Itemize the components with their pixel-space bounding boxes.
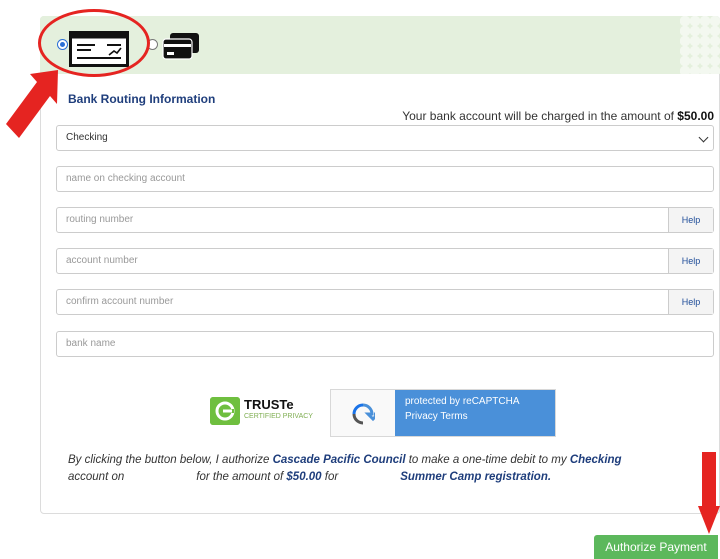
authorization-text: By clicking the button below, I authoriz… [68, 454, 622, 483]
annotation-down-arrow-icon [698, 452, 720, 534]
account-type-value: Checking [66, 132, 108, 143]
truste-badge[interactable]: TRUSTe CERTIFIED PRIVACY [210, 397, 326, 425]
recaptcha-text-panel: protected by reCAPTCHA Privacy Terms [395, 390, 555, 436]
recaptcha-icon [352, 403, 375, 425]
confirm-placeholder: confirm account number [66, 296, 174, 307]
confirm-help-button[interactable]: Help [668, 290, 713, 314]
authorize-payment-button[interactable]: Authorize Payment [594, 535, 718, 559]
truste-title: TRUSTe [244, 397, 294, 412]
recaptcha-badge: protected by reCAPTCHA Privacy Terms [330, 389, 556, 437]
recaptcha-protected-text: protected by reCAPTCHA [405, 396, 520, 407]
credit-card-icon[interactable] [162, 32, 200, 60]
account-placeholder: account number [66, 255, 138, 266]
confirm-account-input[interactable]: confirm account number Help [56, 289, 714, 315]
chevron-down-icon [698, 132, 709, 143]
section-title: Bank Routing Information [68, 92, 216, 106]
bank-name-input[interactable]: bank name [56, 331, 714, 357]
account-help-button[interactable]: Help [668, 249, 713, 273]
name-on-account-input[interactable]: name on checking account [56, 166, 714, 192]
charge-amount-text: Your bank account will be charged in the… [402, 109, 714, 123]
truste-subtitle: CERTIFIED PRIVACY [244, 413, 313, 420]
routing-placeholder: routing number [66, 214, 134, 225]
name-placeholder: name on checking account [66, 173, 185, 184]
account-number-input[interactable]: account number Help [56, 248, 714, 274]
routing-help-button[interactable]: Help [668, 208, 713, 232]
recaptcha-privacy-link[interactable]: Privacy [405, 411, 438, 422]
bank-placeholder: bank name [66, 338, 116, 349]
annotation-arrow-icon [6, 70, 58, 138]
highlight-circle [38, 9, 150, 77]
account-type-select[interactable]: Checking [56, 125, 714, 151]
routing-number-input[interactable]: routing number Help [56, 207, 714, 233]
recaptcha-terms-link[interactable]: Terms [440, 411, 467, 422]
decorative-pattern [680, 16, 720, 74]
truste-logo-icon [210, 397, 240, 425]
